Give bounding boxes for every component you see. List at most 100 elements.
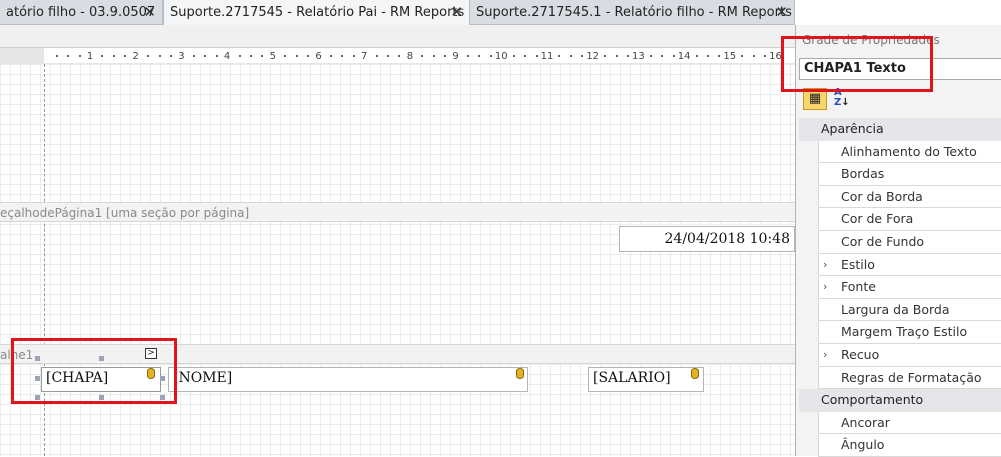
- ruler-tick-mark: [706, 55, 709, 57]
- ruler-tick-mark: [169, 55, 172, 57]
- ruler-tick-mark: [649, 55, 652, 57]
- property-row[interactable]: Cor da Borda: [818, 185, 1001, 209]
- nome-value: [NOME]: [173, 370, 233, 386]
- ruler-tick-mark: [124, 55, 127, 57]
- ruler-tick-mark: [375, 55, 378, 57]
- property-label: Estilo: [841, 256, 875, 272]
- database-field-icon: [516, 368, 524, 379]
- property-row[interactable]: › Fonte: [818, 276, 1001, 299]
- arrow-down-icon: ↓: [841, 97, 850, 108]
- ruler-tick-mark: [112, 55, 115, 57]
- ruler-tick-mark: [398, 55, 401, 57]
- date-field[interactable]: 24/04/2018 10:48: [619, 226, 795, 252]
- ruler-tick-mark: [478, 55, 481, 57]
- ruler-tick-mark: [67, 55, 70, 57]
- tab-relatorio-filho[interactable]: Suporte.2717545.1 - Relatório filho - RM…: [470, 0, 795, 24]
- ruler-tick-label: 16: [769, 51, 782, 62]
- ruler-tick-label: 10: [494, 51, 508, 62]
- property-row[interactable]: › Estilo: [818, 253, 1001, 277]
- ruler-tick-mark: [467, 55, 470, 57]
- ruler-tick-mark: [581, 55, 584, 57]
- property-row[interactable]: Bordas: [818, 163, 1001, 186]
- band-label: eçalhodePágina1 [uma seção por página]: [0, 206, 250, 220]
- ruler-tick-mark: [535, 55, 538, 57]
- property-label: Alinhamento do Texto: [841, 143, 977, 159]
- property-category[interactable]: Comportamento: [799, 389, 1001, 412]
- ruler-tick-mark: [524, 55, 527, 57]
- ruler-tick-label: 5: [269, 51, 276, 62]
- close-icon[interactable]: ✕: [450, 3, 463, 21]
- ruler-tick-mark: [147, 55, 150, 57]
- design-canvas[interactable]: eçalhodePágina1 [uma seção por página] 2…: [0, 64, 795, 456]
- property-label: Largura da Borda: [841, 301, 950, 317]
- property-category[interactable]: Aparência: [799, 118, 1001, 141]
- property-label: Cor da Borda: [841, 188, 923, 204]
- ruler-tick-mark: [387, 55, 390, 57]
- property-label: Recuo: [841, 346, 880, 362]
- ruler-tick-mark: [261, 55, 264, 57]
- ruler-tick-mark: [695, 55, 698, 57]
- nome-field[interactable]: [NOME]: [168, 367, 528, 392]
- property-label: Regras de Formatação: [841, 369, 982, 385]
- ruler-tick-label: 3: [178, 51, 185, 62]
- tab-label: Suporte.2717545.1 - Relatório filho - RM…: [476, 4, 792, 20]
- ruler-tick-label: 11: [540, 51, 554, 62]
- ruler-tick-label: 13: [632, 51, 645, 62]
- expand-chevron-icon[interactable]: ›: [823, 254, 827, 276]
- property-row[interactable]: Ancorar: [818, 411, 1001, 435]
- property-row[interactable]: Largura da Borda: [818, 298, 1001, 322]
- ruler-tick-mark: [238, 55, 241, 57]
- ruler-tick-mark: [569, 55, 572, 57]
- salario-field[interactable]: [SALARIO]: [588, 367, 704, 392]
- property-row[interactable]: › Recuo: [818, 343, 1001, 367]
- ruler-tick-mark: [764, 55, 767, 57]
- expand-chevron-icon[interactable]: ›: [823, 344, 827, 366]
- band-page-header[interactable]: eçalhodePágina1 [uma seção por página]: [0, 202, 795, 222]
- ruler-tick-mark: [204, 55, 207, 57]
- highlight-property-header: [781, 36, 933, 92]
- property-row[interactable]: Ângulo: [818, 434, 1001, 457]
- tab-relatorio-pai[interactable]: Suporte.2717545 - Relatório Pai - RM Rep…: [163, 0, 470, 25]
- property-label: Ângulo: [841, 437, 885, 453]
- ruler-tick-mark: [512, 55, 515, 57]
- ruler-tick-mark: [158, 55, 161, 57]
- ruler-tick-label: 15: [723, 51, 737, 62]
- property-label: Comportamento: [821, 392, 924, 408]
- close-icon[interactable]: ✕: [143, 3, 156, 21]
- date-value: 24/04/2018 10:48: [664, 231, 791, 247]
- property-label: Cor de Fundo: [841, 233, 925, 249]
- property-row[interactable]: Regras de Formatação: [818, 366, 1001, 390]
- ruler-tick-mark: [341, 55, 344, 57]
- ruler-tick-label: 8: [406, 51, 414, 62]
- property-list: Aparência Alinhamento do Texto Bordas Cor d…: [799, 118, 1001, 457]
- property-row[interactable]: Cor de Fora: [818, 208, 1001, 231]
- highlight-chapa-selection: [11, 338, 177, 404]
- ruler-tick-label: 12: [586, 51, 600, 62]
- salario-value: [SALARIO]: [593, 370, 671, 386]
- ruler-tick-mark: [78, 55, 81, 57]
- ruler-tick-mark: [741, 55, 744, 57]
- database-field-icon: [691, 368, 699, 379]
- close-icon[interactable]: ✕: [775, 3, 788, 21]
- ruler-tick-mark: [421, 55, 424, 57]
- tab-relatorio-filho-0507[interactable]: atório filho - 03.9.0507 ✕: [0, 0, 163, 24]
- ruler-tick-mark: [307, 55, 310, 57]
- expand-chevron-icon[interactable]: ›: [823, 276, 827, 298]
- property-row[interactable]: Cor de Fundo: [818, 230, 1001, 254]
- property-label: Bordas: [841, 166, 885, 182]
- ruler-tick-mark: [329, 55, 332, 57]
- ruler-tick-label: 4: [223, 51, 231, 62]
- ruler-tick-mark: [192, 55, 195, 57]
- ruler-tick-label: 6: [315, 51, 322, 62]
- property-label: Aparência: [821, 121, 884, 136]
- horizontal-ruler: 1 2 3 4 5 6 7 8 9 10 11 12 13 14 15 16: [0, 47, 795, 65]
- ruler-tick-mark: [295, 55, 298, 57]
- property-row[interactable]: Alinhamento do Texto: [818, 140, 1001, 164]
- document-tab-bar: atório filho - 03.9.0507 ✕ Suporte.27175…: [0, 0, 795, 25]
- property-row[interactable]: Margem Traço Estilo: [818, 321, 1001, 344]
- tab-label: atório filho - 03.9.0507: [6, 4, 156, 20]
- ruler-tick-mark: [55, 55, 58, 57]
- ruler-tick-mark: [284, 55, 287, 57]
- ruler-tick-label: 14: [677, 51, 691, 62]
- ruler-tick-mark: [215, 55, 218, 57]
